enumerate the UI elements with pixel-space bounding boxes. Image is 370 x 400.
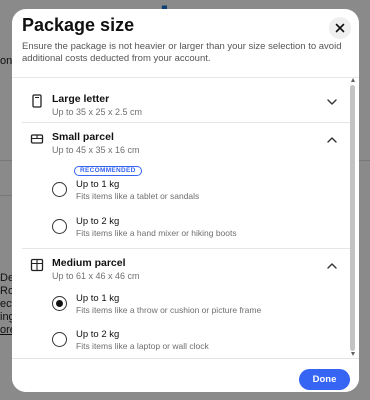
radio-button[interactable]: [52, 219, 67, 234]
letter-icon: [32, 94, 42, 108]
option-medium-parcel-1kg[interactable]: Up to 1 kg Fits items like a throw or cu…: [52, 293, 342, 323]
section-dimensions: Up to 35 x 25 x 2.5 cm: [52, 107, 143, 117]
package-size-dialog: Package size Ensure the package is not h…: [12, 9, 359, 392]
scrollbar-thumb[interactable]: [350, 85, 355, 351]
option-title: Up to 2 kg: [76, 329, 120, 340]
option-description: Fits items like a throw or cushion or pi…: [76, 305, 262, 315]
chevron-down-icon: [327, 99, 337, 105]
section-divider: [22, 248, 352, 249]
section-title: Small parcel: [52, 131, 114, 143]
option-title: Up to 1 kg: [76, 293, 120, 304]
option-description: Fits items like a laptop or wall clock: [76, 341, 209, 351]
option-title: Up to 1 kg: [76, 179, 120, 190]
radio-button-selected[interactable]: [52, 296, 67, 311]
section-title: Large letter: [52, 93, 110, 105]
option-description: Fits items like a tablet or sandals: [76, 191, 200, 201]
section-title: Medium parcel: [52, 257, 126, 269]
section-dimensions: Up to 61 x 46 x 46 cm: [52, 271, 140, 281]
radio-button[interactable]: [52, 332, 67, 347]
close-button[interactable]: [329, 17, 351, 39]
section-large-letter[interactable]: Large letter Up to 35 x 25 x 2.5 cm: [12, 90, 350, 120]
option-title: Up to 2 kg: [76, 216, 120, 227]
dialog-footer: Done: [12, 358, 359, 392]
dialog-subtitle: Ensure the package is not heavier or lar…: [22, 41, 342, 64]
section-dimensions: Up to 45 x 35 x 16 cm: [52, 145, 140, 155]
chevron-up-icon: [327, 137, 337, 143]
option-small-parcel-1kg[interactable]: Up to 1 kg Fits items like a tablet or s…: [52, 179, 342, 209]
section-divider: [22, 122, 352, 123]
option-medium-parcel-2kg[interactable]: Up to 2 kg Fits items like a laptop or w…: [52, 329, 342, 358]
radio-button[interactable]: [52, 182, 67, 197]
option-description: Fits items like a hand mixer or hiking b…: [76, 228, 237, 238]
chevron-up-icon: [327, 263, 337, 269]
package-options-list[interactable]: Large letter Up to 35 x 25 x 2.5 cm Smal…: [12, 77, 359, 358]
section-medium-parcel[interactable]: Medium parcel Up to 61 x 46 x 46 cm: [12, 254, 350, 284]
close-icon: [335, 23, 345, 33]
done-button[interactable]: Done: [299, 369, 350, 390]
scroll-up-arrow[interactable]: [351, 78, 355, 82]
recommended-badge: RECOMMENDED: [74, 166, 142, 176]
section-small-parcel[interactable]: Small parcel Up to 45 x 35 x 16 cm: [12, 128, 350, 158]
parcel-icon: [30, 134, 44, 144]
option-small-parcel-2kg[interactable]: Up to 2 kg Fits items like a hand mixer …: [52, 216, 342, 246]
scroll-down-arrow[interactable]: [351, 352, 355, 356]
dialog-title: Package size: [22, 15, 135, 35]
box-icon: [30, 258, 44, 272]
